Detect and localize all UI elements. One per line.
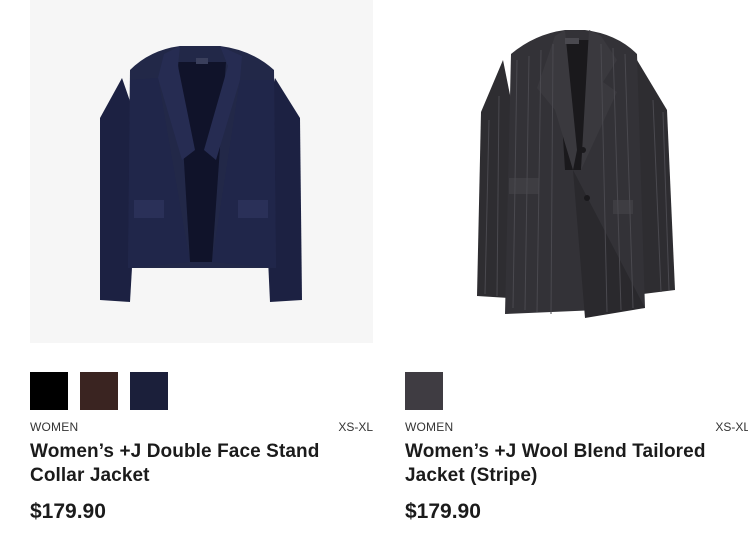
product-price: $179.90 bbox=[405, 500, 481, 523]
color-swatch-brown[interactable] bbox=[80, 372, 118, 410]
product-card[interactable]: WOMEN XS-XL Women’s +J Wool Blend Tailor… bbox=[405, 0, 748, 523]
product-image[interactable] bbox=[405, 0, 748, 343]
product-title[interactable]: Women’s +J Wool Blend Tailored Jacket (S… bbox=[405, 440, 745, 488]
color-swatch-dark-gray[interactable] bbox=[405, 372, 443, 410]
gray-jacket-image bbox=[477, 30, 675, 318]
color-swatches bbox=[405, 372, 443, 410]
navy-jacket-image bbox=[100, 46, 302, 302]
product-category: WOMEN bbox=[405, 420, 454, 434]
product-sizes: XS-XL bbox=[715, 420, 748, 434]
color-swatch-navy[interactable] bbox=[130, 372, 168, 410]
product-sizes: XS-XL bbox=[338, 420, 373, 434]
product-card[interactable]: WOMEN XS-XL Women’s +J Double Face Stand… bbox=[30, 0, 373, 523]
product-price: $179.90 bbox=[30, 500, 106, 523]
product-image[interactable] bbox=[30, 0, 373, 343]
product-title[interactable]: Women’s +J Double Face Stand Collar Jack… bbox=[30, 440, 370, 488]
product-category: WOMEN bbox=[30, 420, 79, 434]
color-swatches bbox=[30, 372, 168, 410]
color-swatch-black[interactable] bbox=[30, 372, 68, 410]
